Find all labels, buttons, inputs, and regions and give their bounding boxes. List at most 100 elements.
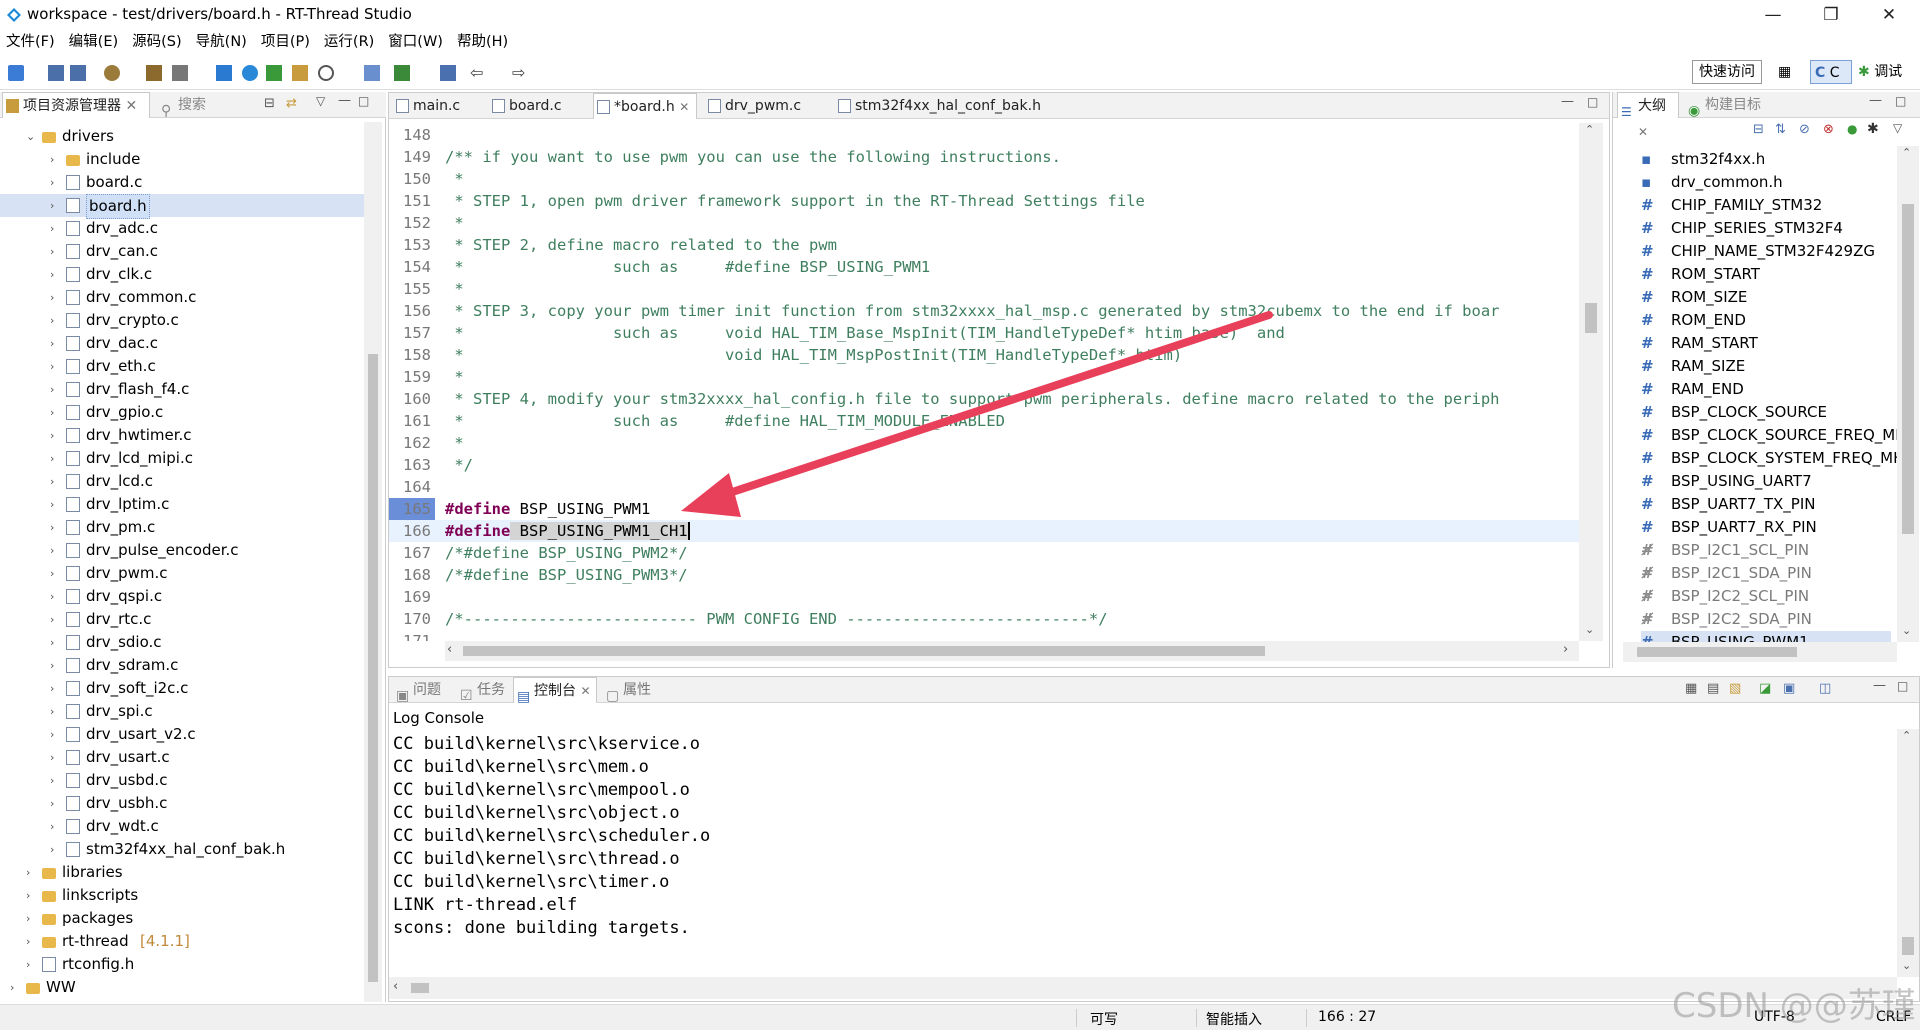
tree-item[interactable]: › drv_lptim.c [0, 493, 364, 516]
outline-item[interactable]: #̸ BSP_I2C2_SCL_PIN [1641, 585, 1891, 608]
menu-navigate[interactable]: 导航(N) [196, 30, 247, 54]
scroll-left-icon[interactable]: ‹ [447, 642, 452, 657]
tab-search[interactable]: ⚲ 搜索 [158, 92, 238, 119]
chevron-right-icon[interactable]: › [50, 700, 62, 723]
tab-problems[interactable]: ▣ 问题 [393, 677, 453, 704]
code-line[interactable]: 156 * STEP 3, copy your pwm timer init f… [389, 300, 1579, 322]
menu-run[interactable]: 运行(R) [324, 30, 374, 54]
code-line[interactable]: 166 #define BSP_USING_PWM1_CH1 [389, 520, 1579, 542]
code-line[interactable]: 157 * such as void HAL_TIM_Base_MspInit(… [389, 322, 1579, 344]
close-tab-icon[interactable]: ✕ [125, 98, 137, 114]
outline-hscroll-thumb[interactable] [1637, 647, 1797, 657]
chevron-right-icon[interactable]: › [50, 470, 62, 493]
code-line[interactable]: 168 /*#define BSP_USING_PWM3*/ [389, 564, 1579, 586]
tab-tasks[interactable]: ☑ 任务 [457, 677, 517, 704]
tab-build-targets[interactable]: ◉ 构建目标 [1685, 92, 1795, 119]
code-line[interactable]: 159 * [389, 366, 1579, 388]
settings-icon[interactable] [242, 65, 258, 81]
maximize-panel-icon[interactable]: □ [1895, 94, 1906, 108]
outline-item[interactable]: # RAM_SIZE [1641, 355, 1891, 378]
menu-help[interactable]: 帮助(H) [457, 30, 508, 54]
view-menu-icon[interactable]: ▽ [1893, 121, 1902, 135]
chevron-right-icon[interactable]: › [50, 838, 62, 861]
explorer-scrollbar[interactable] [364, 122, 382, 1002]
tree-item[interactable]: › drv_sdio.c [0, 631, 364, 654]
chevron-right-icon[interactable]: › [26, 907, 38, 930]
new-icon[interactable] [8, 65, 24, 81]
forward-icon[interactable]: ⇨ [512, 65, 528, 81]
scroll-right-icon[interactable]: › [1563, 642, 1568, 657]
outline-item[interactable]: # RAM_END [1641, 378, 1891, 401]
tree-item[interactable]: › include [0, 148, 364, 171]
link-editor-icon[interactable]: ⇄ [286, 96, 297, 111]
code-line[interactable]: 164 [389, 476, 1579, 498]
outline-item[interactable]: #̸ BSP_I2C1_SDA_PIN [1641, 562, 1891, 585]
perspective-debug[interactable]: ✱ 调试 [1858, 60, 1918, 84]
editor-hscrollbar[interactable]: ‹ › [445, 641, 1579, 661]
chevron-right-icon[interactable]: › [26, 930, 38, 953]
tree-item[interactable]: › drv_qspi.c [0, 585, 364, 608]
chevron-down-icon[interactable]: ⌄ [26, 125, 38, 148]
tree-item[interactable]: › WW [0, 976, 364, 999]
outline-item[interactable]: # ROM_START [1641, 263, 1891, 286]
open-folder-icon[interactable] [292, 65, 308, 81]
tree-item[interactable]: › drv_usart_v2.c [0, 723, 364, 746]
console-hscrollbar[interactable]: ‹ [389, 977, 1897, 999]
tree-item[interactable]: › drv_hwtimer.c [0, 424, 364, 447]
hide-static-icon[interactable]: ⊗ [1823, 122, 1834, 137]
scroll-up-icon[interactable]: ⌃ [1902, 146, 1911, 159]
outline-item[interactable]: # BSP_CLOCK_SOURCE_FREQ_MH [1641, 424, 1897, 447]
tab-stm32f4xx-hal-conf-bak-h[interactable]: stm32f4xx_hal_conf_bak.h [835, 93, 1041, 119]
outline-scrollbar[interactable]: ⌃ ⌄ [1897, 146, 1919, 642]
editor-scroll-thumb[interactable] [1585, 303, 1597, 333]
chevron-right-icon[interactable]: › [50, 401, 62, 424]
scroll-down-icon[interactable]: ⌄ [1585, 623, 1594, 636]
outline-item[interactable]: # ROM_END [1641, 309, 1891, 332]
download-icon[interactable] [394, 65, 410, 81]
outline-item[interactable]: ▪ stm32f4xx.h [1641, 148, 1891, 171]
code-line[interactable]: 150 * [389, 168, 1579, 190]
minimize-panel-icon[interactable]: — [1873, 678, 1886, 693]
maximize-panel-icon[interactable]: □ [358, 94, 369, 108]
tree-item[interactable]: › drv_lcd_mipi.c [0, 447, 364, 470]
tree-item[interactable]: › drv_can.c [0, 240, 364, 263]
minimize-button[interactable]: — [1744, 0, 1802, 30]
tree-item[interactable]: › rtconfig.h [0, 953, 364, 976]
scroll-down-icon[interactable]: ⌄ [1902, 624, 1911, 637]
chevron-right-icon[interactable]: › [50, 769, 62, 792]
tree-item[interactable]: › drv_usbd.c [0, 769, 364, 792]
tree-item[interactable]: › drv_pm.c [0, 516, 364, 539]
chevron-right-icon[interactable]: › [50, 631, 62, 654]
outline-item[interactable]: # RAM_START [1641, 332, 1891, 355]
tab-board-c[interactable]: board.c [489, 93, 579, 119]
code-line[interactable]: 169 [389, 586, 1579, 608]
layers-icon[interactable] [440, 65, 456, 81]
outline-item[interactable]: #̸ BSP_I2C2_SDA_PIN [1641, 608, 1891, 631]
close-tab-icon[interactable]: ✕ [580, 684, 590, 698]
code-line[interactable]: 149 /** if you want to use pwm you can us… [389, 146, 1579, 168]
code-line[interactable]: 161 * such as #define HAL_TIM_MODULE_ENA… [389, 410, 1579, 432]
editor-vscrollbar[interactable]: ⌃ ⌄ [1579, 123, 1603, 641]
outline-item[interactable]: ▪ drv_common.h [1641, 171, 1891, 194]
code-line[interactable]: 153 * STEP 2, define macro related to th… [389, 234, 1579, 256]
code-line[interactable]: 171 [389, 630, 1579, 641]
chevron-right-icon[interactable]: › [50, 378, 62, 401]
chevron-right-icon[interactable]: › [50, 815, 62, 838]
collapse-icon[interactable]: ⊟ [1753, 122, 1764, 137]
chevron-right-icon[interactable]: › [50, 746, 62, 769]
editor-hscroll-thumb[interactable] [463, 646, 1265, 656]
scroll-left-icon[interactable]: ‹ [393, 979, 398, 994]
chevron-right-icon[interactable]: › [50, 332, 62, 355]
outline-item[interactable]: # BSP_CLOCK_SOURCE [1641, 401, 1891, 424]
code-line[interactable]: 165 #define BSP_USING_PWM1 [389, 498, 1579, 520]
console-scroll-thumb[interactable] [1902, 937, 1914, 955]
chevron-right-icon[interactable]: › [50, 286, 62, 309]
chevron-right-icon[interactable]: › [50, 539, 62, 562]
hide-fields-icon[interactable]: ⊘ [1799, 122, 1810, 137]
chevron-right-icon[interactable]: › [26, 861, 38, 884]
tree-item[interactable]: › drv_flash_f4.c [0, 378, 364, 401]
tree-item[interactable]: › drv_crypto.c [0, 309, 364, 332]
chevron-right-icon[interactable]: › [50, 355, 62, 378]
tab-outline[interactable]: ☰ 大纲 ✕ [1617, 92, 1679, 139]
quick-access-field[interactable]: 快速访问 [1692, 60, 1762, 84]
